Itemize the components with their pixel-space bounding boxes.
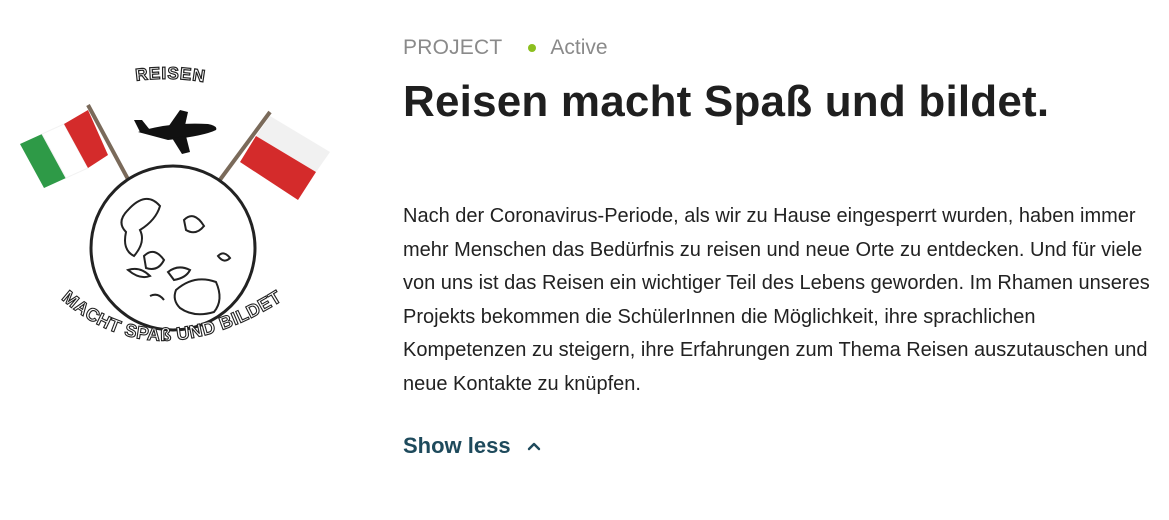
- project-logo-image: REISEN MACHT SPAß UND BILDET: [20, 63, 330, 345]
- globe-icon: [89, 164, 257, 332]
- italy-flag-icon: [20, 104, 138, 195]
- project-meta: PROJECT Active: [403, 34, 1163, 62]
- project-description: Nach der Coronavirus-Periode, als wir zu…: [403, 205, 1150, 395]
- project-details: PROJECT Active Reisen macht Spaß und bil…: [403, 34, 1163, 459]
- airplane-icon: [134, 110, 217, 154]
- logo-top-text: REISEN: [134, 64, 207, 86]
- show-less-label: Show less: [403, 433, 511, 458]
- project-status-label: Active: [550, 36, 608, 59]
- status-dot-icon: [528, 44, 537, 52]
- chevron-up-icon: [527, 439, 541, 453]
- project-type-label: PROJECT: [403, 36, 503, 59]
- show-less-button[interactable]: Show less: [403, 433, 541, 459]
- project-logo: REISEN MACHT SPAß UND BILDET: [8, 60, 338, 380]
- project-title: Reisen macht Spaß und bildet.: [403, 77, 1050, 126]
